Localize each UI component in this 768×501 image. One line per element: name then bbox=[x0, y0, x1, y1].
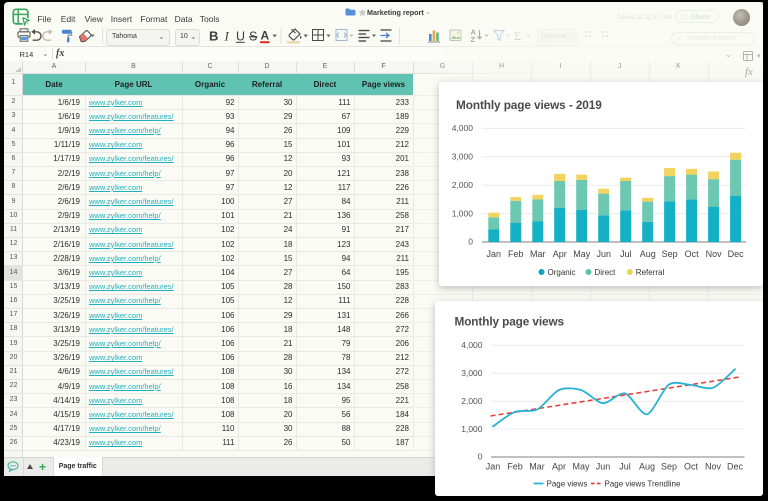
svg-text:Page views Trendline: Page views Trendline bbox=[604, 479, 680, 488]
svg-text:Apr: Apr bbox=[552, 461, 566, 471]
svg-text:Nov: Nov bbox=[705, 461, 721, 471]
svg-text:May: May bbox=[573, 249, 591, 259]
svg-text:Jan: Jan bbox=[487, 249, 502, 259]
svg-text:1,000: 1,000 bbox=[461, 424, 483, 434]
svg-text:Jan: Jan bbox=[485, 461, 500, 471]
svg-text:Feb: Feb bbox=[508, 249, 524, 259]
svg-text:Dec: Dec bbox=[727, 461, 743, 471]
svg-text:Oct: Oct bbox=[684, 461, 698, 471]
svg-text:Jul: Jul bbox=[620, 249, 632, 259]
svg-text:2,000: 2,000 bbox=[461, 396, 483, 406]
svg-text:Sep: Sep bbox=[660, 461, 676, 471]
svg-text:Nov: Nov bbox=[706, 249, 723, 259]
svg-text:A: A bbox=[261, 29, 270, 43]
svg-text:0: 0 bbox=[477, 452, 482, 462]
svg-text:I: I bbox=[224, 29, 230, 44]
svg-text:Jun: Jun bbox=[595, 461, 610, 471]
svg-text:Jun: Jun bbox=[596, 249, 611, 259]
svg-text:Aug: Aug bbox=[638, 461, 654, 471]
svg-text:Dec: Dec bbox=[728, 249, 745, 259]
svg-text:B: B bbox=[209, 29, 218, 44]
svg-text:Mar: Mar bbox=[529, 461, 544, 471]
svg-text:3,000: 3,000 bbox=[461, 368, 483, 378]
svg-text:Sep: Sep bbox=[662, 249, 678, 259]
svg-text:May: May bbox=[572, 461, 589, 471]
svg-text:Monthly page views - 2019: Monthly page views - 2019 bbox=[456, 98, 602, 112]
svg-text:Organic: Organic bbox=[548, 268, 576, 277]
svg-text:Apr: Apr bbox=[553, 249, 567, 259]
svg-text:Oct: Oct bbox=[685, 249, 700, 259]
svg-text:Referral: Referral bbox=[636, 268, 665, 277]
svg-text:0: 0 bbox=[468, 237, 473, 247]
svg-text:4,000: 4,000 bbox=[461, 340, 483, 350]
svg-text:Jul: Jul bbox=[619, 461, 631, 471]
svg-text:Mar: Mar bbox=[530, 249, 546, 259]
svg-text:1,000: 1,000 bbox=[452, 208, 474, 218]
svg-text:Page views: Page views bbox=[546, 479, 587, 488]
svg-text:2,000: 2,000 bbox=[452, 180, 474, 190]
svg-text:4,000: 4,000 bbox=[452, 123, 474, 133]
svg-text:3,000: 3,000 bbox=[452, 152, 474, 162]
svg-text:Aug: Aug bbox=[640, 249, 656, 259]
svg-text:Monthly page views: Monthly page views bbox=[454, 315, 564, 328]
svg-text:U: U bbox=[236, 30, 245, 44]
svg-text:S: S bbox=[249, 30, 257, 44]
svg-text:Feb: Feb bbox=[507, 461, 522, 471]
svg-text:Direct: Direct bbox=[595, 268, 617, 277]
